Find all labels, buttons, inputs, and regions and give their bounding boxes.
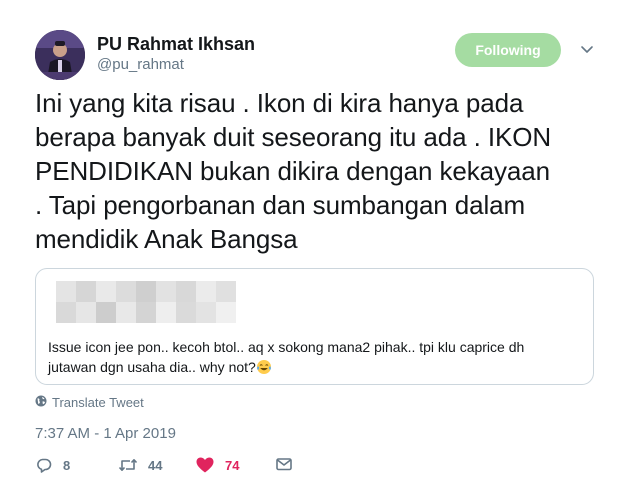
quoted-tweet[interactable]: Issue icon jee pon.. kecoh btol.. aq x s…: [35, 268, 594, 385]
reply-count: 8: [63, 457, 71, 473]
retweet-button[interactable]: 44: [118, 456, 162, 474]
like-count: 74: [225, 457, 240, 473]
avatar[interactable]: [35, 30, 85, 80]
author-handle[interactable]: @pu_rahmat: [97, 56, 184, 73]
chevron-down-icon[interactable]: [577, 40, 597, 60]
tweet-text-line: mendidik Anak Bangsa: [35, 224, 298, 254]
tweet-text: Ini yang kita risau . Ikon di kira hanya…: [35, 86, 610, 256]
reply-icon: [35, 456, 53, 474]
tweet-actions: 8 44 74: [35, 456, 335, 478]
tweet-text-line: PENDIDIKAN bukan dikira dengan kekayaan: [35, 156, 550, 186]
retweet-icon: [118, 456, 138, 474]
reply-button[interactable]: 8: [35, 456, 70, 474]
tweet-text-line: . Tapi pengorbanan dan sumbangan dalam: [35, 190, 526, 220]
tweet-card: PU Rahmat Ikhsan @pu_rahmat Following In…: [0, 0, 629, 500]
translate-label: Translate Tweet: [52, 395, 144, 410]
retweet-count: 44: [148, 457, 163, 473]
tweet-text-line: berapa banyak duit seseorang itu ada . I…: [35, 122, 552, 152]
direct-message-button[interactable]: [275, 456, 293, 472]
quoted-tweet-line: Issue icon jee pon.. kecoh btol.. aq x s…: [48, 339, 525, 355]
globe-icon: [35, 395, 47, 410]
redacted-author-blur: [56, 281, 236, 323]
author-display-name[interactable]: PU Rahmat Ikhsan: [97, 34, 255, 55]
heart-icon: [195, 456, 215, 474]
tears-of-joy-emoji-icon: [256, 359, 272, 375]
tweet-text-line: Ini yang kita risau . Ikon di kira hanya…: [35, 88, 524, 118]
quoted-tweet-text: Issue icon jee pon.. kecoh btol.. aq x s…: [48, 337, 578, 377]
quoted-tweet-line: jutawan dgn usaha dia.. why not?: [48, 359, 256, 375]
tweet-timestamp[interactable]: 7:37 AM - 1 Apr 2019: [35, 425, 176, 442]
translate-tweet-link[interactable]: Translate Tweet: [35, 395, 144, 410]
mail-icon: [275, 456, 293, 472]
following-button[interactable]: Following: [455, 33, 561, 67]
like-button[interactable]: 74: [195, 456, 239, 474]
